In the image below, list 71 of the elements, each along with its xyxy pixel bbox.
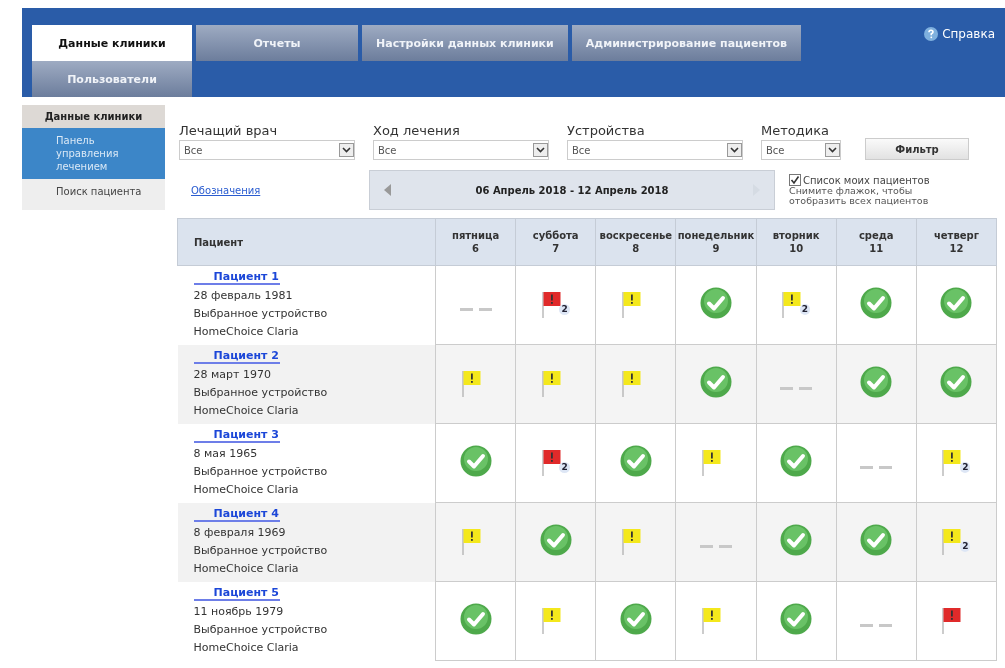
- check-circle-icon: [860, 366, 893, 398]
- help-link[interactable]: Справка: [924, 25, 995, 97]
- device-label: Выбранное устройство: [193, 621, 329, 638]
- caret-icon: [727, 143, 742, 157]
- prev-arrow-icon[interactable]: [384, 184, 392, 196]
- check-circle-icon: [459, 603, 492, 635]
- nav-tab[interactable]: Данные клиники: [32, 25, 192, 61]
- filter-label: Лечащий врач: [179, 123, 279, 138]
- device-label: Выбранное устройство: [193, 463, 329, 480]
- birth-date: 8 мая 1965: [193, 445, 259, 462]
- birth-date: 11 ноябрь 1979: [193, 603, 285, 620]
- check-circle-icon: [459, 445, 492, 477]
- date-range: 06 Апрель 2018 - 12 Апрель 2018: [475, 184, 669, 196]
- column-header: воскресенье 8: [595, 218, 676, 266]
- birth-date: 8 февраля 1969: [193, 524, 287, 541]
- help-icon: [924, 27, 939, 41]
- caret-icon: [825, 143, 840, 157]
- patient-link[interactable]: Пациент 5: [193, 581, 280, 601]
- filter-label: Ход лечения: [373, 123, 461, 138]
- check-circle-icon: [780, 445, 813, 477]
- filter-button[interactable]: Фильтр: [865, 138, 969, 160]
- check-circle-icon: [860, 524, 893, 556]
- patient-link[interactable]: Пациент 2: [193, 344, 280, 364]
- column-header: четверг 12: [916, 218, 997, 266]
- check-circle-icon: [940, 366, 973, 398]
- caret-icon: [339, 143, 354, 157]
- check-circle-icon: [700, 366, 732, 398]
- no-data-dash-icon: [459, 307, 492, 311]
- device-name: HomeChoice Claria: [193, 560, 300, 577]
- check-circle-icon: [860, 287, 893, 319]
- check-circle-icon: [700, 287, 732, 319]
- filter-label: Устройства: [567, 123, 646, 138]
- no-data-dash-icon: [700, 544, 732, 548]
- legend-link[interactable]: Обозначения: [179, 184, 369, 196]
- check-circle-icon: [619, 603, 652, 635]
- device-name: HomeChoice Claria: [193, 402, 300, 419]
- column-header: понедельник 9: [675, 218, 757, 266]
- sidebar-item[interactable]: Поиск пациента: [22, 179, 165, 204]
- column-header: суббота 7: [515, 218, 596, 266]
- checkbox-hint: Снимите флажок, чтобы отобразить всех пациентов: [789, 186, 930, 206]
- device-label: Выбранное устройство: [193, 306, 329, 322]
- device-name: HomeChoice Claria: [193, 481, 300, 498]
- patient-link[interactable]: Пациент 3: [193, 423, 280, 443]
- no-data-dash-icon: [780, 386, 813, 390]
- my-patients-checkbox[interactable]: Список моих пациентов: [789, 174, 959, 187]
- column-header: пятница 6: [435, 218, 516, 266]
- device-label: Выбранное устройство: [193, 384, 329, 401]
- column-header: Пациент: [177, 218, 436, 266]
- filter-dropdown[interactable]: Все: [179, 140, 355, 160]
- no-data-dash-icon: [860, 465, 893, 469]
- caret-icon: [533, 143, 548, 157]
- check-circle-icon: [619, 445, 652, 477]
- device-name: HomeChoice Claria: [193, 639, 300, 656]
- column-header: среда 11: [836, 218, 917, 266]
- patient-link[interactable]: Пациент 4: [193, 502, 280, 522]
- device-name: HomeChoice Claria: [193, 324, 300, 340]
- device-label: Выбранное устройство: [193, 542, 329, 559]
- filter-dropdown[interactable]: Все: [373, 140, 549, 160]
- birth-date: 28 февраль 1981: [193, 288, 294, 304]
- birth-date: 28 март 1970: [193, 366, 272, 383]
- column-header: вторник 10: [756, 218, 837, 266]
- filter-dropdown[interactable]: Все: [761, 140, 841, 160]
- patient-link[interactable]: Пациент 1: [193, 266, 280, 285]
- filter-label: Методика: [761, 123, 830, 138]
- check-circle-icon: [539, 524, 572, 556]
- filter-dropdown[interactable]: Все: [567, 140, 743, 160]
- no-data-dash-icon: [860, 623, 893, 627]
- check-circle-icon: [940, 287, 973, 319]
- check-circle-icon: [780, 603, 813, 635]
- sidebar-title: Данные клиники: [22, 105, 165, 128]
- check-circle-icon: [780, 524, 813, 556]
